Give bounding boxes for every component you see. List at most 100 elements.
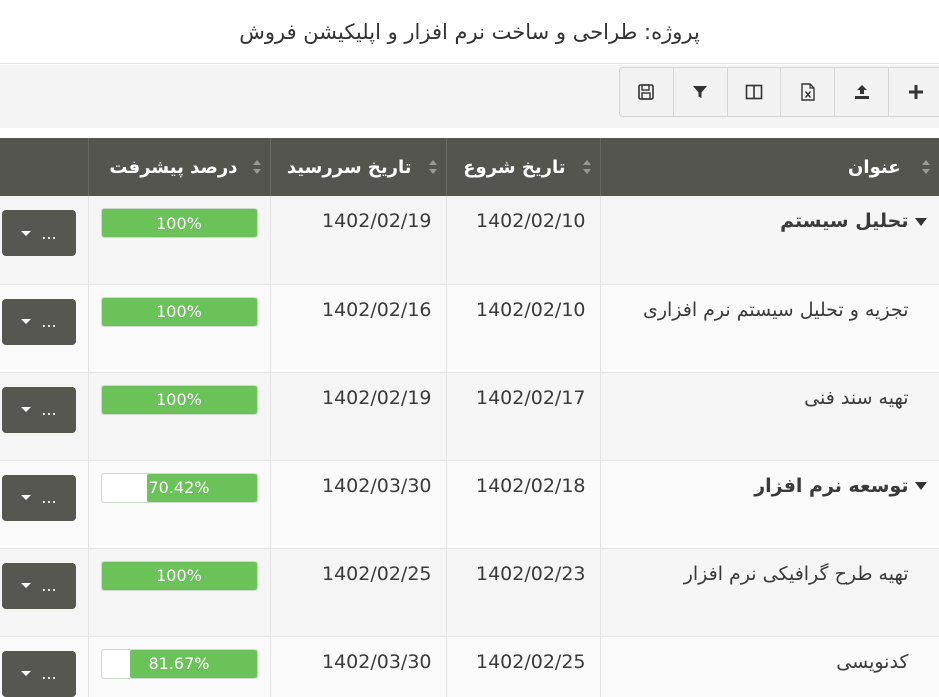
task-title: تهیه سند فنی: [804, 386, 909, 409]
sort-icon: [252, 160, 261, 174]
due-date-cell: 1402/02/25: [270, 548, 447, 637]
toolbar: [619, 67, 939, 117]
progress-cell: 100%: [88, 284, 271, 373]
filter-icon: [693, 86, 708, 98]
actions-column-header: [0, 138, 89, 196]
row-actions-label: ...: [41, 488, 57, 507]
toolbar-band: [0, 65, 939, 128]
chevron-down-icon: [21, 583, 32, 588]
progress-cell: 81.67%: [88, 636, 271, 697]
row-actions-button[interactable]: ...: [2, 474, 76, 521]
chevron-down-icon: [21, 407, 32, 412]
chevron-down-icon: [21, 319, 32, 324]
task-title: تحلیل سیستم: [780, 210, 909, 232]
task-title: تجزیه و تحلیل سیستم نرم افزاری: [642, 298, 909, 321]
title-cell: تحلیل سیستم: [600, 196, 939, 285]
row-actions-cell: ...: [0, 372, 89, 461]
row-actions-button[interactable]: ...: [2, 650, 76, 697]
progress-label: 100%: [156, 302, 202, 321]
table-row[interactable]: ... 100% 1402/02/19 1402/02/17 تهیه سند …: [0, 372, 939, 461]
column-header-due-date[interactable]: تاریخ سررسید: [270, 138, 447, 196]
row-actions-button[interactable]: ...: [2, 210, 76, 256]
due-date-cell: 1402/03/30: [270, 636, 447, 697]
title-cell: تهیه طرح گرافیکی نرم افزار: [600, 548, 939, 637]
upload-icon: [854, 85, 869, 99]
column-header-start-date[interactable]: تاریخ شروع: [446, 138, 601, 196]
progress-bar: 100%: [100, 296, 258, 327]
table-row[interactable]: ... 70.42% 1402/03/30 1402/02/18 توسعه ن…: [0, 460, 939, 549]
start-date-cell: 1402/02/17: [446, 372, 601, 461]
start-date-cell: 1402/02/10: [446, 196, 601, 285]
due-date-cell: 1402/02/19: [270, 372, 447, 461]
start-date-cell: 1402/02/10: [446, 284, 601, 373]
sort-icon: [921, 160, 930, 174]
progress-cell: 100%: [88, 548, 271, 637]
filter-button[interactable]: [674, 68, 728, 116]
row-actions-cell: ...: [0, 196, 89, 285]
columns-button[interactable]: [728, 68, 782, 116]
row-actions-label: ...: [41, 576, 57, 595]
sort-icon: [582, 160, 591, 174]
excel-icon: [801, 83, 815, 101]
table-row[interactable]: ... 100% 1402/02/19 1402/02/10 تحلیل سیس…: [0, 196, 939, 285]
row-actions-label: ...: [41, 223, 57, 243]
due-date-cell: 1402/03/30: [270, 460, 447, 549]
row-actions-button[interactable]: ...: [2, 386, 76, 433]
title-cell: توسعه نرم افزار: [600, 460, 939, 549]
due-date-cell: 1402/02/19: [270, 196, 447, 285]
progress-label: 100%: [156, 566, 202, 585]
progress-bar: 100%: [100, 560, 258, 591]
columns-icon: [745, 84, 763, 100]
progress-label: 100%: [156, 390, 202, 409]
export-excel-button[interactable]: [781, 68, 836, 116]
title-cell: تهیه سند فنی: [600, 372, 939, 461]
task-title: تهیه طرح گرافیکی نرم افزار: [683, 562, 909, 585]
row-actions-cell: ...: [0, 636, 89, 697]
task-grid: درصد پیشرفت تاریخ سررسید تاریخ شروع عنوا…: [0, 138, 939, 697]
add-button[interactable]: [889, 68, 939, 116]
title-cell: تجزیه و تحلیل سیستم نرم افزاری: [600, 284, 939, 373]
progress-cell: 100%: [88, 196, 271, 285]
save-button[interactable]: [620, 68, 674, 116]
title-bar: پروژه: طراحی و ساخت نرم افزار و اپلیکیشن…: [0, 0, 939, 64]
row-actions-cell: ...: [0, 548, 89, 637]
start-date-cell: 1402/02/23: [446, 548, 601, 637]
progress-bar: 70.42%: [100, 472, 258, 503]
chevron-down-icon: [21, 671, 32, 676]
progress-label: 70.42%: [148, 478, 210, 497]
chevron-down-icon: [21, 495, 32, 500]
progress-label: 100%: [156, 213, 202, 233]
progress-cell: 100%: [88, 372, 271, 461]
grid-header-row: درصد پیشرفت تاریخ سررسید تاریخ شروع عنوا…: [0, 138, 939, 196]
expand-caret-icon[interactable]: [914, 217, 927, 226]
sort-icon: [428, 160, 437, 174]
table-row[interactable]: ... 100% 1402/02/16 1402/02/10 تجزیه و ت…: [0, 284, 939, 373]
row-actions-label: ...: [41, 664, 57, 683]
row-actions-cell: ...: [0, 460, 89, 549]
progress-bar: 100%: [100, 208, 258, 238]
due-date-cell: 1402/02/16: [270, 284, 447, 373]
row-actions-button[interactable]: ...: [2, 298, 76, 345]
row-actions-button[interactable]: ...: [2, 562, 76, 609]
plus-icon: [909, 85, 924, 99]
progress-cell: 70.42%: [88, 460, 271, 549]
title-cell: کدنویسی: [600, 636, 939, 697]
progress-label: 81.67%: [148, 654, 210, 673]
expand-caret-icon[interactable]: [914, 482, 927, 490]
row-actions-cell: ...: [0, 284, 89, 373]
task-title: توسعه نرم افزار: [754, 474, 909, 497]
save-icon: [638, 84, 655, 100]
upload-button[interactable]: [835, 68, 890, 116]
row-actions-label: ...: [41, 312, 57, 331]
column-header-progress[interactable]: درصد پیشرفت: [88, 138, 271, 196]
column-header-title[interactable]: عنوان: [600, 138, 939, 196]
start-date-cell: 1402/02/25: [446, 636, 601, 697]
progress-bar: 81.67%: [100, 648, 258, 679]
row-actions-label: ...: [41, 400, 57, 419]
progress-bar: 100%: [100, 384, 258, 415]
chevron-down-icon: [21, 230, 32, 236]
page-title: پروژه: طراحی و ساخت نرم افزار و اپلیکیشن…: [239, 19, 700, 44]
table-row[interactable]: ... 81.67% 1402/03/30 1402/02/25 کدنویسی: [0, 636, 939, 697]
start-date-cell: 1402/02/18: [446, 460, 601, 549]
table-row[interactable]: ... 100% 1402/02/25 1402/02/23 تهیه طرح …: [0, 548, 939, 637]
